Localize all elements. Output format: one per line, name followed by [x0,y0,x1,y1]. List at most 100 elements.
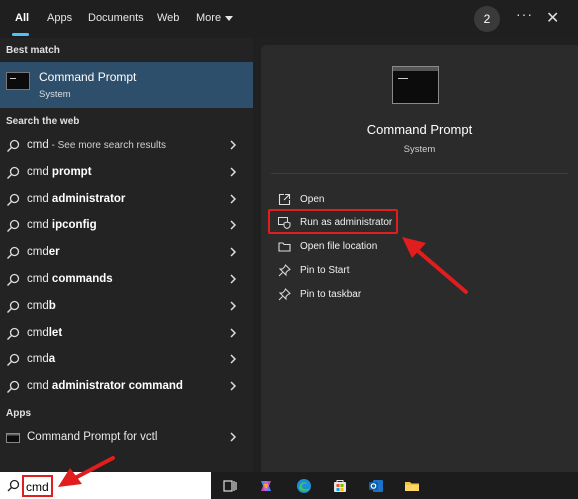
action-pin-to-start-label: Pin to Start [300,265,350,276]
rewards-badge[interactable]: 2 [474,6,500,32]
folder-icon [278,242,291,252]
best-match-subtitle: System [39,89,71,100]
app-result-item[interactable]: Command Prompt for vctl [0,425,253,451]
search-web-heading: Search the web [6,116,80,127]
store-icon[interactable] [332,478,348,494]
chevron-right-icon[interactable] [229,432,237,442]
web-result-query: cmd [27,192,52,205]
web-result-item[interactable]: cmder [0,240,253,266]
best-match-title: Command Prompt [39,70,137,84]
outlook-icon[interactable] [368,478,384,494]
tab-apps[interactable]: Apps [47,12,72,24]
command-prompt-icon [392,66,439,104]
web-result-item[interactable]: cmd administrator [0,187,253,213]
search-filter-bar: All Apps Documents Web More 2 ··· ✕ [0,0,578,38]
web-result-item[interactable]: cmd commands [0,267,253,293]
web-result-label: cmda [27,353,55,365]
close-icon[interactable]: ✕ [546,8,559,28]
web-result-label: cmdb [27,300,56,312]
chevron-right-icon[interactable] [229,220,237,230]
web-result-item[interactable]: cmdlet [0,321,253,347]
search-icon [7,327,20,340]
web-result-query: cmd [27,165,52,178]
apps-heading: Apps [6,408,31,419]
chevron-right-icon[interactable] [229,247,237,257]
pin-icon [278,288,291,301]
web-result-completion: let [48,326,63,339]
chevron-down-icon [225,15,234,21]
search-icon [7,273,20,286]
pin-icon [278,264,291,277]
web-result-query: cmd [27,219,52,232]
results-list: Best match Command Prompt System Search … [0,38,253,472]
chevron-right-icon[interactable] [229,274,237,284]
task-view-icon[interactable] [222,478,238,494]
search-icon [7,193,20,206]
search-icon [7,247,20,260]
copilot-icon[interactable] [258,478,274,494]
chevron-right-icon[interactable] [229,328,237,338]
tab-more-label: More [196,12,222,24]
preview-pane: Command Prompt System Open Run as admini… [261,45,578,472]
web-result-item[interactable]: cmdb [0,294,253,320]
web-result-label: cmd ipconfig [27,219,97,231]
preview-title: Command Prompt [366,122,473,137]
best-match-heading: Best match [6,45,60,56]
action-open-file-location-label: Open file location [300,241,378,252]
chevron-right-icon[interactable] [229,381,237,391]
chevron-right-icon[interactable] [229,301,237,311]
tab-all[interactable]: All [15,12,29,24]
search-icon [7,381,20,394]
web-result-label: cmdlet [27,327,62,339]
chevron-right-icon[interactable] [229,140,237,150]
annotation-highlight-box [268,209,398,234]
best-match-item[interactable]: Command Prompt System [0,62,253,108]
web-result-label: cmd administrator command [27,380,183,392]
web-result-completion: prompt [51,165,92,178]
web-result-item[interactable]: cmd administrator command [0,374,253,400]
open-icon [278,193,291,206]
web-result-label: cmd commands [27,273,113,285]
web-result-label: cmd administrator [27,193,125,205]
web-result-completion: administrator command [51,380,183,393]
chevron-right-icon[interactable] [229,354,237,364]
web-result-label: cmder [27,246,60,258]
app-result-label: Command Prompt for vctl [27,431,158,443]
web-result-query: cmd [27,353,49,366]
web-result-item[interactable]: cmd prompt [0,160,253,186]
taskbar [0,472,578,499]
web-result-label: cmd prompt [27,166,92,178]
web-result-item[interactable]: cmd - See more search results [0,133,253,159]
divider [271,173,568,174]
search-input[interactable] [26,479,52,495]
tab-more[interactable]: More [196,12,234,24]
action-open-label: Open [300,194,325,205]
web-result-hint: - See more search results [48,140,167,151]
web-result-completion: a [48,353,56,366]
tab-web[interactable]: Web [157,12,179,24]
annotation-query-box [22,475,53,497]
web-result-query: cmd [27,380,52,393]
web-result-query: cmd [27,326,49,339]
web-result-item[interactable]: cmda [0,347,253,373]
web-result-item[interactable]: cmd ipconfig [0,213,253,239]
web-result-label: cmd - See more search results [27,139,166,151]
tab-documents[interactable]: Documents [88,12,144,24]
search-icon [7,354,20,367]
file-explorer-icon[interactable] [404,478,420,494]
edge-icon[interactable] [296,478,312,494]
web-result-query: cmd [27,273,52,285]
taskbar-search-box[interactable] [0,472,211,499]
web-result-completion: administrator [51,192,126,205]
web-result-query: cmd [27,139,49,151]
web-result-query: cmd [27,246,49,259]
search-icon [7,166,20,179]
search-icon [7,139,20,152]
web-result-query: cmd [27,299,49,312]
action-pin-to-taskbar-label: Pin to taskbar [300,289,362,300]
more-options-icon[interactable]: ··· [516,6,533,22]
chevron-right-icon[interactable] [229,194,237,204]
chevron-right-icon[interactable] [229,167,237,177]
web-result-completion: ipconfig [51,219,97,232]
preview-subtitle: System [403,144,436,155]
